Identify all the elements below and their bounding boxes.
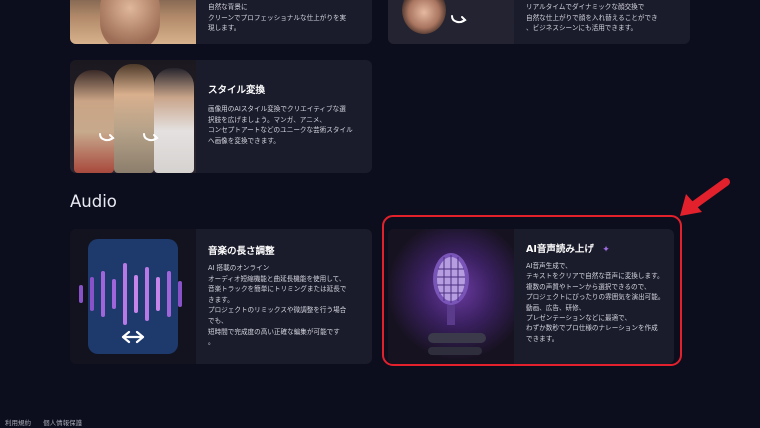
card-description: リアルタイムでダイナミックな顔交換で 自然な仕上がりで顔を入れ替えることができ …: [526, 3, 658, 33]
card-music-length[interactable]: 音楽の長さ調整 AI 搭載のオンライン オーディオ短縮機能と曲延長機能を使用して…: [70, 229, 372, 364]
card-style-conversion[interactable]: スタイル変換 画像用のAIスタイル変換でクリエイティブな選 択肢を広げましょう。…: [70, 60, 372, 173]
thumbnail-face-swap: [388, 0, 514, 44]
footer-link-terms[interactable]: 利用規約: [5, 419, 31, 427]
footer: 利用規約 個人情報保護: [5, 417, 92, 427]
convert-arrow-icon: [99, 133, 115, 142]
card-ai-voice[interactable]: AI音声読み上げ ✦ AI音声生成で、 テキストをクリアで自然な音声に変換します…: [388, 229, 674, 364]
waveform-icon: [79, 263, 182, 325]
card-description: 画像用のAIスタイル変換でクリエイティブな選 択肢を広げましょう。マンガ、アニメ…: [208, 105, 353, 145]
thumbnail-portrait: [70, 0, 196, 44]
thumbnail-style-conversion: [70, 60, 196, 173]
card-title: 音楽の長さ調整: [208, 246, 275, 257]
thumbnail-waveform: [70, 229, 196, 364]
card-title: スタイル変換: [208, 85, 266, 96]
card-background-removal[interactable]: 自然な背景に クリーンでプロフェッショナルな仕上がりを実 現します。: [70, 0, 372, 44]
section-heading-audio: Audio: [70, 192, 117, 211]
card-description: 自然な背景に クリーンでプロフェッショナルな仕上がりを実 現します。: [208, 3, 347, 33]
card-description: AI音声生成で、 テキストをクリアで自然な音声に変換します。 複数の声質やトーン…: [526, 262, 665, 343]
footer-link-privacy[interactable]: 個人情報保護: [43, 419, 82, 427]
convert-arrow-icon: [143, 133, 159, 142]
card-description: AI 搭載のオンライン オーディオ短縮機能と曲延長機能を使用して、 音楽トラック…: [208, 264, 347, 347]
resize-arrows-icon: [121, 330, 145, 344]
pointer-arrow-icon: [680, 178, 730, 216]
thumbnail-microphone: [388, 229, 514, 364]
card-face-swap[interactable]: リアルタイムでダイナミックな顔交換で 自然な仕上がりで顔を入れ替えることができ …: [388, 0, 690, 44]
swap-arrow-icon: [451, 15, 467, 24]
card-title: AI音声読み上げ ✦: [526, 244, 610, 255]
sparkle-icon: ✦: [602, 245, 610, 255]
